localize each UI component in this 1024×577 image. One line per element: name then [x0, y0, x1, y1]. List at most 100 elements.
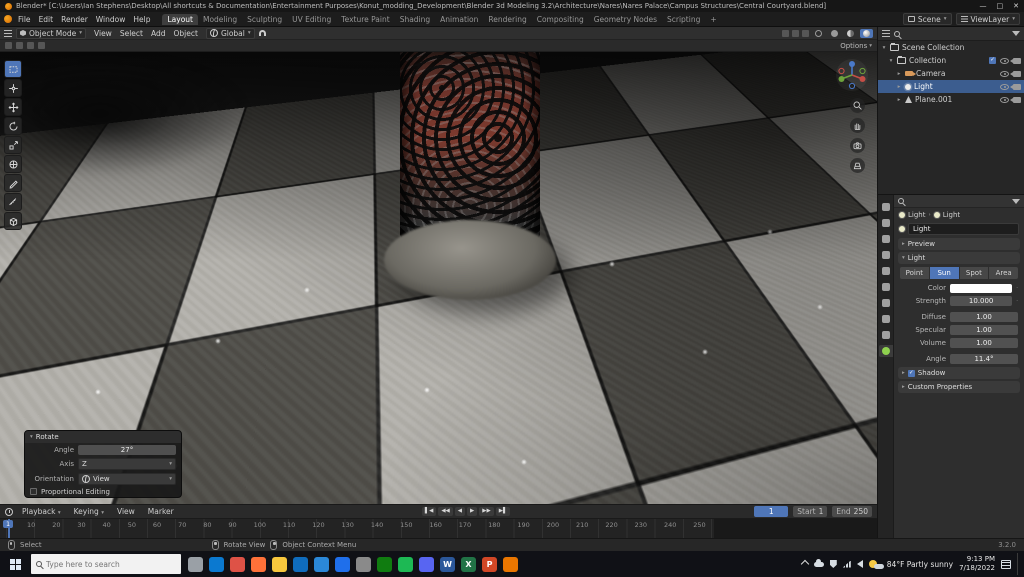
tool-measure-button[interactable] — [4, 193, 22, 211]
color-swatch[interactable] — [950, 284, 1012, 293]
expand-caret-icon[interactable]: ▾ — [888, 58, 894, 64]
workspace-tab[interactable]: Layout — [162, 14, 198, 25]
workspace-tab[interactable]: Compositing — [532, 14, 589, 25]
light-panel-header[interactable]: ▾ Light — [898, 252, 1020, 264]
hide-eye-icon[interactable] — [1000, 71, 1009, 77]
xray-toggle-icon[interactable] — [802, 30, 809, 37]
taskbar-app-icon[interactable] — [503, 557, 518, 572]
taskbar-app-icon[interactable]: X — [461, 557, 476, 572]
datablock-name-field[interactable]: Light — [908, 223, 1019, 235]
workspace-tab[interactable]: Shading — [395, 14, 435, 25]
tab-constraints-icon[interactable] — [879, 313, 893, 325]
frame-start-field[interactable]: Start1 — [793, 506, 827, 517]
options-dropdown[interactable]: Options ▾ — [840, 42, 872, 50]
angle-prop-field[interactable]: 11.4° — [950, 354, 1018, 364]
maximize-button[interactable]: □ — [997, 2, 1004, 10]
viewport-menu-item[interactable]: Select — [116, 29, 147, 38]
tool-move-button[interactable] — [4, 98, 22, 116]
menu-item[interactable]: Help — [129, 15, 154, 24]
outliner-row-collection[interactable]: ▾ Collection ✓ — [878, 54, 1024, 67]
hide-eye-icon[interactable] — [1000, 84, 1009, 90]
marker-menu[interactable]: Marker — [144, 507, 178, 516]
keying-menu[interactable]: Keying ▾ — [70, 507, 108, 516]
taskbar-app-icon[interactable] — [419, 557, 434, 572]
orientation-value-dropdown[interactable]: View▾ — [78, 473, 176, 485]
disable-render-icon[interactable] — [1013, 84, 1021, 90]
taskbar-app-icon[interactable] — [230, 557, 245, 572]
transport-button[interactable]: ▌◀ — [422, 507, 436, 516]
viewport-menu-item[interactable]: Add — [147, 29, 170, 38]
shading-rendered-button[interactable] — [860, 29, 873, 38]
workspace-tab[interactable]: Modeling — [198, 14, 242, 25]
search-icon[interactable] — [894, 31, 900, 37]
taskbar-app-icon[interactable] — [209, 557, 224, 572]
overlays-toggle-icon[interactable] — [792, 30, 799, 37]
specular-field[interactable]: 1.00 — [950, 325, 1018, 335]
workspace-tab[interactable]: + — [705, 14, 721, 25]
action-center-icon[interactable] — [1001, 560, 1011, 569]
menu-item[interactable]: Window — [92, 15, 130, 24]
chevron-up-icon[interactable] — [801, 560, 809, 568]
tab-view-layer-icon[interactable] — [879, 249, 893, 261]
timeline-view-menu[interactable]: View — [113, 507, 139, 516]
taskbar-app-icon[interactable] — [398, 557, 413, 572]
shading-wireframe-button[interactable] — [812, 29, 825, 38]
gizmo-toggle-icon[interactable] — [782, 30, 789, 37]
menu-item[interactable]: Render — [57, 15, 92, 24]
tab-output-icon[interactable] — [879, 233, 893, 245]
outliner-row-camera[interactable]: ▸ Camera — [878, 67, 1024, 80]
workspace-tab[interactable]: UV Editing — [287, 14, 336, 25]
properties-search-icon[interactable] — [898, 198, 904, 204]
shading-material-button[interactable] — [844, 29, 857, 38]
outliner-row-plane[interactable]: ▸ Plane.001 — [878, 93, 1024, 106]
volume-icon[interactable] — [857, 560, 863, 568]
breadcrumb-item[interactable]: Light — [943, 211, 960, 219]
hide-eye-icon[interactable] — [1000, 97, 1009, 103]
onedrive-icon[interactable] — [814, 562, 824, 567]
pan-button[interactable] — [850, 118, 865, 133]
toggle-perspective-button[interactable] — [850, 158, 865, 173]
tab-tool-icon[interactable] — [879, 201, 893, 213]
diffuse-field[interactable]: 1.00 — [950, 312, 1018, 322]
shadow-panel-header[interactable]: ▸ ✓ Shadow — [898, 367, 1020, 379]
tool-transform-button[interactable] — [4, 155, 22, 173]
animate-dot-icon[interactable]: · — [1016, 298, 1018, 304]
workspace-tab[interactable]: Sculpting — [242, 14, 287, 25]
rotate-operator-panel[interactable]: ▾ Rotate Angle 27° Axis Z▾ Orientation V… — [24, 430, 182, 498]
minimize-button[interactable]: — — [980, 2, 987, 10]
menu-item[interactable]: File — [14, 15, 35, 24]
transport-button[interactable]: ▶▌ — [496, 507, 510, 516]
viewlayer-selector[interactable]: ViewLayer ▾ — [956, 13, 1020, 25]
taskbar-app-icon[interactable] — [356, 557, 371, 572]
disable-render-icon[interactable] — [1013, 97, 1021, 103]
strength-field[interactable]: 10.000 — [950, 296, 1012, 306]
editor-type-icon[interactable] — [4, 30, 12, 37]
tool-setting-icon[interactable] — [5, 42, 12, 49]
outliner-editor-icon[interactable] — [882, 30, 890, 37]
taskbar-app-icon[interactable] — [272, 557, 287, 572]
weather-widget[interactable]: 84°F Partly sunny — [869, 559, 953, 569]
transport-button[interactable]: ▶ — [467, 507, 477, 516]
camera-view-button[interactable] — [850, 138, 865, 153]
collection-checkbox[interactable]: ✓ — [989, 57, 996, 64]
transport-button[interactable]: ◀◀ — [438, 507, 452, 516]
filter-funnel-icon[interactable] — [1012, 31, 1020, 36]
snap-magnet-icon[interactable] — [259, 30, 266, 36]
workspace-tab[interactable]: Rendering — [483, 14, 531, 25]
disable-render-icon[interactable] — [1013, 71, 1021, 77]
timeline-editor-icon[interactable] — [5, 508, 13, 516]
light-type-button[interactable]: Area — [989, 267, 1018, 279]
shadow-checkbox[interactable]: ✓ — [908, 370, 915, 377]
breadcrumb-item[interactable]: Light — [908, 211, 925, 219]
viewport-menu-item[interactable]: Object — [170, 29, 202, 38]
search-input[interactable] — [46, 560, 156, 569]
hide-eye-icon[interactable] — [1000, 58, 1009, 64]
tool-annotate-button[interactable] — [4, 174, 22, 192]
proportional-editing-checkbox[interactable] — [30, 488, 37, 495]
light-type-button[interactable]: Spot — [960, 267, 989, 279]
outliner-row-scene-collection[interactable]: ▾ Scene Collection — [878, 41, 1024, 54]
tab-render-icon[interactable] — [879, 217, 893, 229]
light-type-button[interactable]: Point — [900, 267, 929, 279]
workspace-tab[interactable]: Animation — [435, 14, 483, 25]
tool-rotate-button[interactable] — [4, 117, 22, 135]
